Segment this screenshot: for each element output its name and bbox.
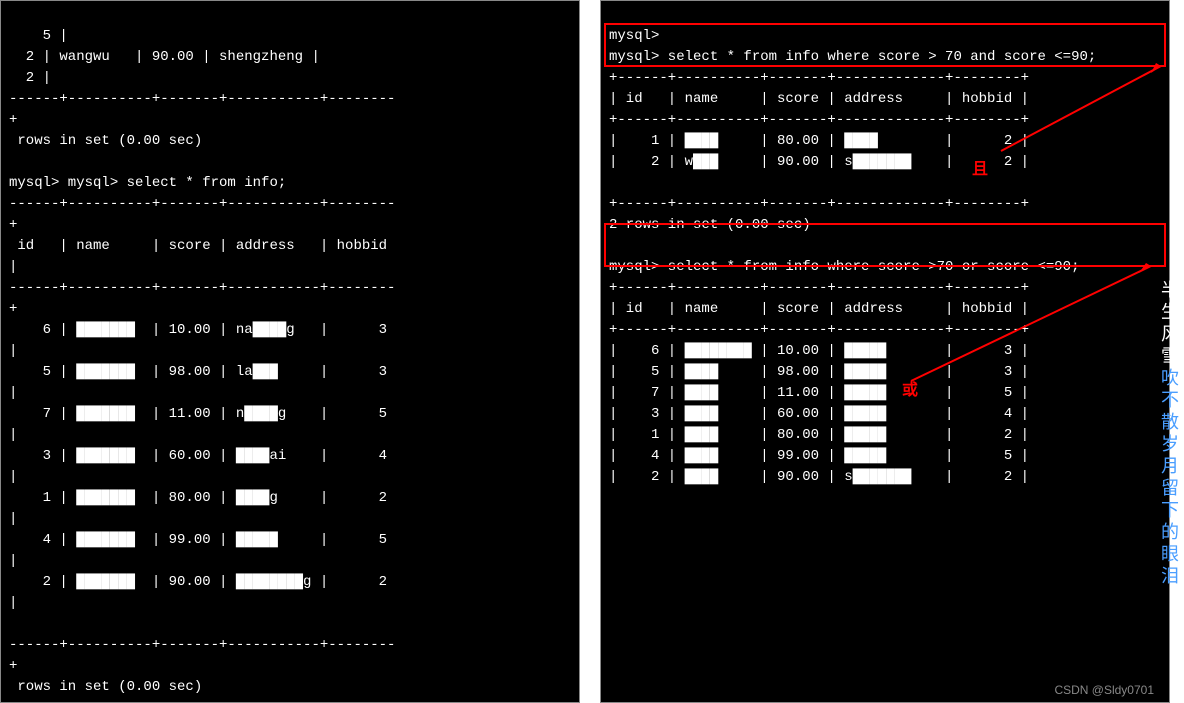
table-separator: +: [9, 217, 17, 233]
table-separator: +: [9, 658, 17, 674]
output-line: 2 |: [9, 70, 51, 86]
watermark-vertical: 半生风雪吹不散岁月留下的眼泪: [1156, 280, 1182, 588]
result-msg: rows in set (0.00 sec): [9, 133, 202, 149]
table-header: | id | name | score | address | hobbid |: [609, 301, 1029, 317]
table-separator: ------+----------+-------+-----------+--…: [9, 196, 395, 212]
output-line: 2 | wangwu | 90.00 | shengzheng |: [9, 49, 320, 65]
table-header: id | name | score | address | hobbid: [9, 238, 387, 254]
table-separator: +------+----------+-------+-------------…: [609, 322, 1029, 338]
table-separator: ------+----------+-------+-----------+--…: [9, 637, 395, 653]
table-separator: ------+----------+-------+-----------+--…: [9, 91, 395, 107]
table-separator: +------+----------+-------+-------------…: [609, 280, 1029, 296]
sql-query: mysql> mysql> select * from info;: [9, 175, 286, 191]
table-body-q2: | 6 | ████████ | 10.00 | █████ | 3 | | 5…: [609, 341, 1161, 488]
result-msg: rows in set (0.00 sec): [9, 679, 202, 695]
table-separator: +------+----------+-------+-------------…: [609, 112, 1029, 128]
table-separator: +: [9, 301, 17, 317]
table-separator: +------+----------+-------+-------------…: [609, 70, 1029, 86]
watermark-text: CSDN @Sldy0701: [1054, 683, 1154, 697]
sql-query-and: mysql> select * from info where score > …: [609, 49, 1096, 65]
table-header: | id | name | score | address | hobbid |: [609, 91, 1029, 107]
table-body-left: 6 | ███████ | 10.00 | na████g | 3 | 5 | …: [9, 320, 571, 614]
table-body-q1: | 1 | ████ | 80.00 | ████ | 2 | | 2 | w█…: [609, 131, 1161, 173]
table-separator: +: [9, 112, 17, 128]
mysql-prompt: mysql>: [609, 28, 659, 44]
table-separator: ------+----------+-------+-----------+--…: [9, 280, 395, 296]
terminal-right: mysql> mysql> select * from info where s…: [600, 0, 1170, 703]
terminal-left: 5 | 2 | wangwu | 90.00 | shengzheng | 2 …: [0, 0, 580, 703]
output-line: 5 |: [9, 28, 68, 44]
sql-query-or: mysql> select * from info where score >7…: [609, 259, 1079, 275]
result-msg: 2 rows in set (0.00 sec): [609, 217, 811, 233]
table-separator: +------+----------+-------+-------------…: [609, 196, 1029, 212]
